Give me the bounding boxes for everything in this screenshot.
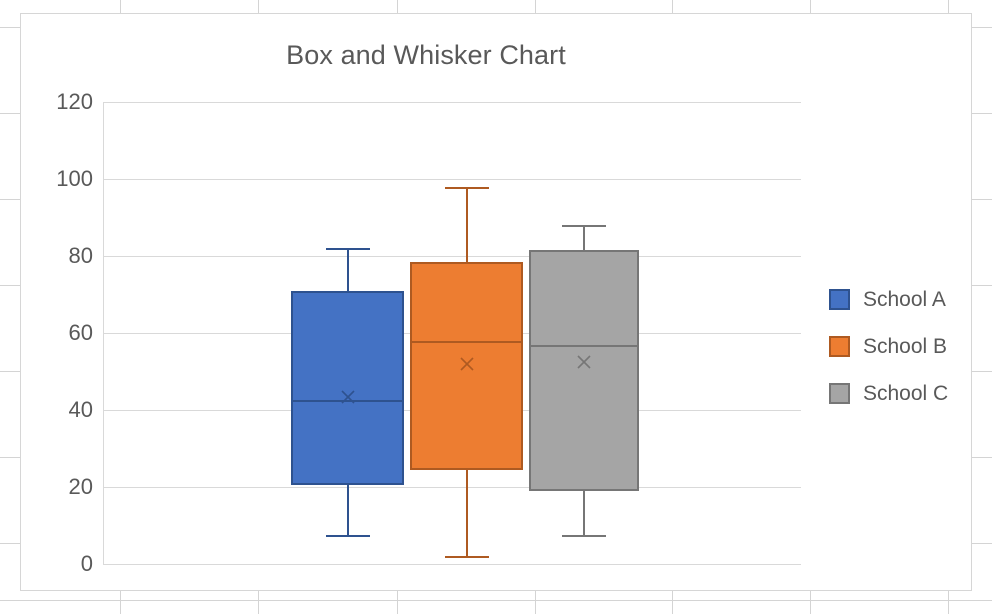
legend-label: School B [863, 334, 948, 358]
plot-area[interactable] [103, 102, 801, 565]
y-axis-tick-label: 0 [80, 551, 93, 576]
legend-color-swatch [829, 336, 850, 357]
legend-item[interactable]: School A [829, 276, 969, 323]
lower-whisker-stem [583, 490, 585, 538]
chart-title: Box and Whisker Chart [286, 40, 566, 70]
chart-object[interactable]: Box and Whisker Chart 0 20 40 60 80 100 120 Sc… [20, 13, 972, 591]
y-axis-tick-label: 120 [56, 89, 93, 114]
y-axis-tick-label: 80 [68, 243, 93, 268]
y-axis-tick-label: 20 [68, 474, 93, 499]
y-axis-tick-label: 40 [68, 397, 93, 422]
legend-item[interactable]: School B [829, 323, 969, 370]
box-rectangle[interactable] [529, 250, 639, 491]
legend-label: School A [863, 287, 946, 311]
upper-whisker-cap [562, 225, 606, 228]
y-axis-tick-label: 100 [56, 166, 93, 191]
chart-legend[interactable]: School A School B School C [829, 276, 969, 417]
legend-color-swatch [829, 289, 850, 310]
y-axis-labels: 0 20 40 60 80 100 120 [35, 89, 93, 576]
mean-marker-x-icon [576, 354, 592, 370]
box-plot-series[interactable] [103, 102, 801, 564]
median-line [529, 344, 639, 347]
legend-color-swatch [829, 383, 850, 404]
plot-gridline [103, 564, 801, 565]
legend-item[interactable]: School C [829, 370, 969, 417]
lower-whisker-cap [562, 535, 606, 538]
sheet-row-divider [0, 600, 992, 601]
legend-label: School C [863, 381, 949, 405]
upper-whisker-stem [583, 225, 585, 251]
y-axis-tick-label: 60 [68, 320, 93, 345]
